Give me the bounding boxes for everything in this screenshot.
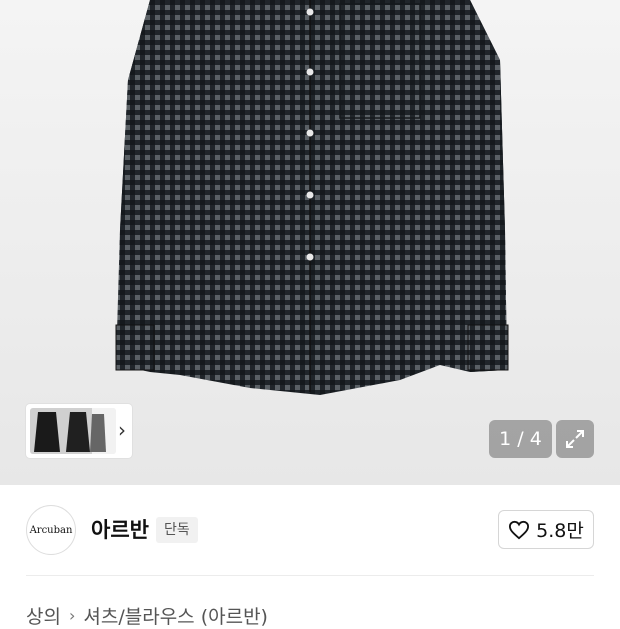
like-count: 5.8만 <box>536 520 584 542</box>
brand-logo-text: Arcuban <box>29 524 73 536</box>
exclusive-badge: 단독 <box>156 517 198 543</box>
image-counter: 1 / 4 <box>489 420 552 458</box>
thumbnail-image <box>30 408 116 454</box>
breadcrumb-subcategory[interactable]: 셔츠/블라우스 (아르반) <box>83 602 268 629</box>
thumbnail-strip[interactable]: › <box>26 404 132 458</box>
brand-name[interactable]: 아르반 <box>91 516 149 544</box>
chevron-right-icon[interactable]: › <box>118 419 126 441</box>
heart-outline-icon <box>509 520 530 539</box>
product-image-gallery[interactable]: › 1 / 4 <box>0 0 620 485</box>
chevron-right-icon: › <box>68 606 76 625</box>
breadcrumb-category[interactable]: 상의 <box>26 602 61 629</box>
expand-icon[interactable] <box>556 420 594 458</box>
product-thumbnail[interactable] <box>30 408 116 454</box>
divider <box>26 575 594 576</box>
brand-logo[interactable]: Arcuban <box>26 505 76 555</box>
breadcrumb: 상의 › 셔츠/블라우스 (아르반) <box>26 602 268 629</box>
like-button[interactable]: 5.8만 <box>498 510 594 549</box>
